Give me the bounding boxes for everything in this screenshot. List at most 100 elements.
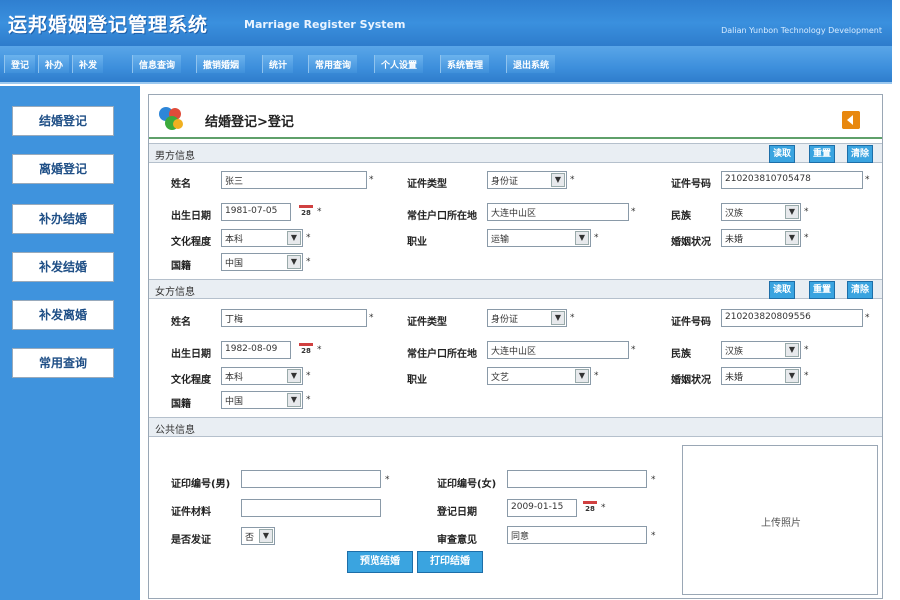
male-section-bar: 男方信息 读取 重置 清除 [149, 143, 882, 163]
female-ethnic-select[interactable]: 汉族 ▼ [721, 341, 801, 359]
sidebar-item-replace-divorce[interactable]: 补发离婚 [12, 300, 114, 330]
male-edu-select[interactable]: 本科 ▼ [221, 229, 303, 247]
required-mark: * [369, 175, 374, 185]
female-marital-label: 婚姻状况 [671, 375, 711, 386]
menu-item-reissue[interactable]: 补办 [38, 55, 70, 73]
female-cert-type-label: 证件类型 [407, 317, 447, 328]
male-ethnic-select[interactable]: 汉族 ▼ [721, 203, 801, 221]
app-subtitle: Marriage Register System [244, 18, 406, 31]
chevron-down-icon[interactable]: ▼ [575, 369, 589, 383]
sidebar: 结婚登记 离婚登记 补办结婚 补发结婚 补发离婚 常用查询 [0, 86, 140, 600]
chevron-down-icon[interactable]: ▼ [551, 173, 565, 187]
required-mark: * [804, 207, 809, 217]
required-mark: * [306, 233, 311, 243]
female-job-select[interactable]: 文艺 ▼ [487, 367, 591, 385]
male-marital-select[interactable]: 未婚 ▼ [721, 229, 801, 247]
sidebar-item-divorce-register[interactable]: 离婚登记 [12, 154, 114, 184]
common-section-label: 公共信息 [155, 425, 195, 436]
male-ethnic-value: 汉族 [725, 209, 744, 219]
material-field[interactable] [241, 499, 381, 517]
photo-upload-area[interactable]: 上传照片 [682, 445, 878, 595]
menu-item-replace[interactable]: 补发 [72, 55, 104, 73]
menu-item-logout[interactable]: 退出系统 [506, 55, 556, 73]
opinion-field[interactable]: 同意 [507, 526, 647, 544]
chevron-down-icon[interactable]: ▼ [259, 529, 273, 543]
female-name-field[interactable]: 丁梅 [221, 309, 367, 327]
male-reset-button[interactable]: 重置 [809, 145, 835, 163]
female-hukou-label: 常住户口所在地 [407, 349, 477, 360]
cert-no-female-field[interactable] [507, 470, 647, 488]
sidebar-item-replace-marriage[interactable]: 补发结婚 [12, 252, 114, 282]
app-header: 运邦婚姻登记管理系统 Marriage Register System Dali… [0, 0, 892, 46]
reg-date-field[interactable]: 2009-01-15 [507, 499, 577, 517]
calendar-icon[interactable]: 28 [583, 501, 597, 515]
chevron-down-icon[interactable]: ▼ [287, 255, 301, 269]
sidebar-item-marriage-register[interactable]: 结婚登记 [12, 106, 114, 136]
female-edu-select[interactable]: 本科 ▼ [221, 367, 303, 385]
male-birth-field[interactable]: 1981-07-05 [221, 203, 291, 221]
male-cert-no-field[interactable]: 210203810705478 [721, 171, 863, 189]
print-marriage-button[interactable]: 打印结婚 [417, 551, 483, 573]
issue-cert-select[interactable]: 否 ▼ [241, 527, 275, 545]
chevron-down-icon[interactable]: ▼ [551, 311, 565, 325]
male-edu-label: 文化程度 [171, 237, 211, 248]
male-name-label: 姓名 [171, 179, 191, 190]
cert-no-male-field[interactable] [241, 470, 381, 488]
menu-item-register[interactable]: 登记 [4, 55, 36, 73]
male-clear-button[interactable]: 清除 [847, 145, 873, 163]
female-cert-no-label: 证件号码 [671, 317, 711, 328]
female-cert-type-value: 身份证 [491, 315, 519, 325]
required-mark: * [594, 371, 599, 381]
page-title-bar: 结婚登记>登记 [149, 95, 882, 139]
female-section-bar: 女方信息 读取 重置 清除 [149, 279, 882, 299]
required-mark: * [631, 345, 636, 355]
chevron-down-icon[interactable]: ▼ [287, 393, 301, 407]
required-mark: * [594, 233, 599, 243]
female-edu-value: 本科 [225, 373, 244, 383]
female-edu-label: 文化程度 [171, 375, 211, 386]
chevron-down-icon[interactable]: ▼ [785, 231, 799, 245]
preview-marriage-button[interactable]: 预览结婚 [347, 551, 413, 573]
chevron-down-icon[interactable]: ▼ [287, 369, 301, 383]
female-read-button[interactable]: 读取 [769, 281, 795, 299]
required-mark: * [804, 345, 809, 355]
male-name-field[interactable]: 张三 [221, 171, 367, 189]
female-cert-type-select[interactable]: 身份证 ▼ [487, 309, 567, 327]
menu-bar: 登记 补办 补发 信息查询 撤销婚姻 统计 常用查询 个人设置 系统管理 退出系… [0, 46, 892, 84]
menu-item-common-query[interactable]: 常用查询 [308, 55, 358, 73]
female-clear-button[interactable]: 清除 [847, 281, 873, 299]
sidebar-item-reissue-marriage[interactable]: 补办结婚 [12, 204, 114, 234]
menu-item-personal-settings[interactable]: 个人设置 [374, 55, 424, 73]
required-mark: * [306, 395, 311, 405]
people-icon [159, 107, 183, 130]
female-nation-select[interactable]: 中国 ▼ [221, 391, 303, 409]
male-job-select[interactable]: 运输 ▼ [487, 229, 591, 247]
male-hukou-field[interactable]: 大连中山区 [487, 203, 629, 221]
chevron-down-icon[interactable]: ▼ [785, 205, 799, 219]
menu-item-revoke[interactable]: 撤销婚姻 [196, 55, 246, 73]
menu-item-statistics[interactable]: 统计 [262, 55, 294, 73]
menu-item-system-admin[interactable]: 系统管理 [440, 55, 490, 73]
sidebar-item-common-query[interactable]: 常用查询 [12, 348, 114, 378]
female-job-value: 文艺 [491, 373, 510, 383]
female-reset-button[interactable]: 重置 [809, 281, 835, 299]
female-ethnic-label: 民族 [671, 349, 691, 360]
female-birth-field[interactable]: 1982-08-09 [221, 341, 291, 359]
menu-item-info-query[interactable]: 信息查询 [132, 55, 182, 73]
chevron-down-icon[interactable]: ▼ [785, 369, 799, 383]
female-marital-select[interactable]: 未婚 ▼ [721, 367, 801, 385]
calendar-icon[interactable]: 28 [299, 205, 313, 219]
chevron-down-icon[interactable]: ▼ [785, 343, 799, 357]
female-hukou-field[interactable]: 大连中山区 [487, 341, 629, 359]
male-read-button[interactable]: 读取 [769, 145, 795, 163]
female-name-label: 姓名 [171, 317, 191, 328]
male-cert-type-select[interactable]: 身份证 ▼ [487, 171, 567, 189]
female-cert-no-field[interactable]: 210203820809556 [721, 309, 863, 327]
male-cert-type-value: 身份证 [491, 177, 519, 187]
chevron-down-icon[interactable]: ▼ [575, 231, 589, 245]
chevron-down-icon[interactable]: ▼ [287, 231, 301, 245]
male-hukou-label: 常住户口所在地 [407, 211, 477, 222]
male-nation-select[interactable]: 中国 ▼ [221, 253, 303, 271]
calendar-icon[interactable]: 28 [299, 343, 313, 357]
exit-icon[interactable] [842, 111, 860, 129]
